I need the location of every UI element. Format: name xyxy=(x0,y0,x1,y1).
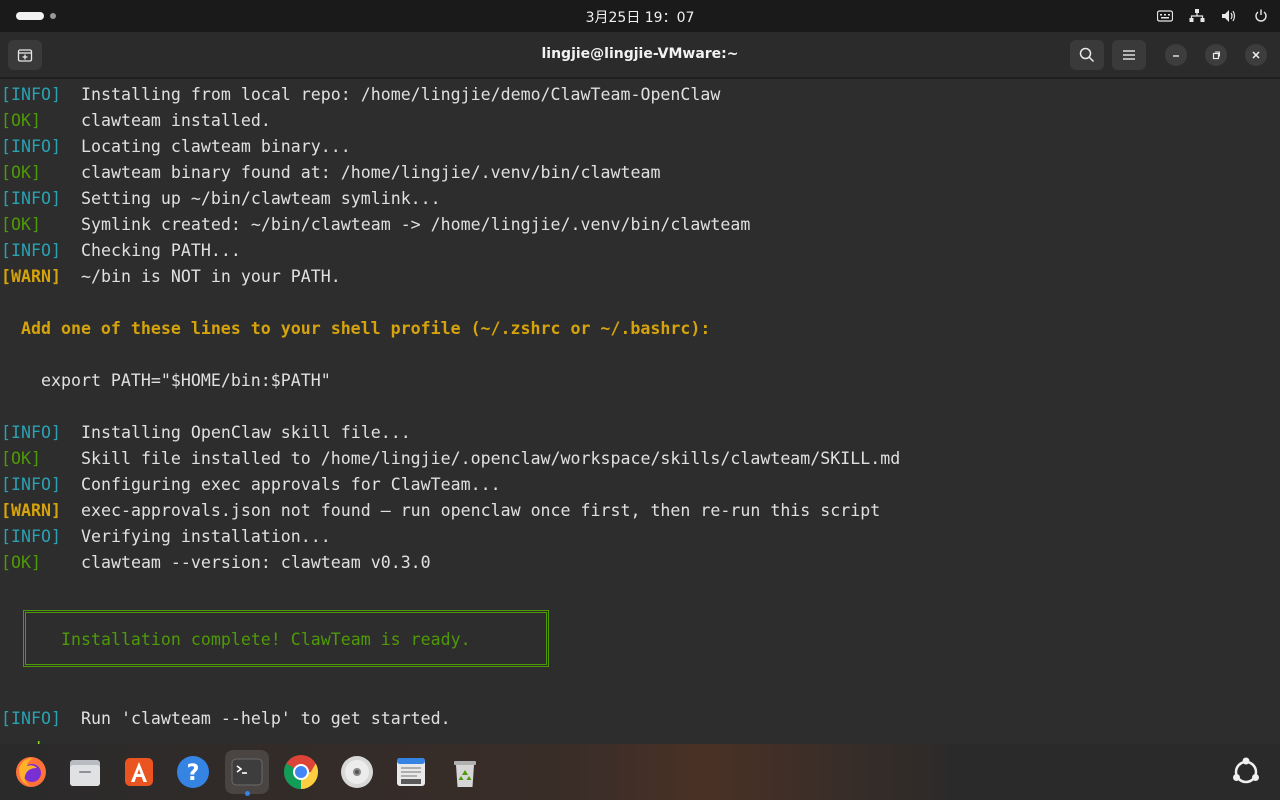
terminal-line: [INFO] Installing OpenClaw skill file... xyxy=(1,420,411,446)
search-icon xyxy=(1079,47,1095,63)
clock: 3月25日 19：07 xyxy=(0,7,1280,27)
close-icon xyxy=(1252,51,1260,59)
log-text: Installing OpenClaw skill file... xyxy=(81,423,411,442)
firefox-launcher[interactable] xyxy=(9,750,53,794)
trash-launcher[interactable] xyxy=(443,750,487,794)
log-tag-info: [INFO] xyxy=(1,241,61,260)
log-text: clawteam binary found at: /home/lingjie/… xyxy=(81,163,661,182)
help-icon: ? xyxy=(177,756,209,788)
log-tag-ok: [OK] xyxy=(1,163,41,182)
log-tag-info: [INFO] xyxy=(1,475,61,494)
clock-label[interactable]: 3月25日 19：07 xyxy=(586,10,695,26)
terminal-launcher[interactable] xyxy=(225,750,269,796)
log-tag-ok: [OK] xyxy=(1,215,41,234)
log-text: Configuring exec approvals for ClawTeam.… xyxy=(81,475,501,494)
close-button[interactable] xyxy=(1245,44,1267,66)
log-tag-warn: [WARN] xyxy=(1,501,61,520)
log-text: Checking PATH... xyxy=(81,241,241,260)
log-text: clawteam installed. xyxy=(81,111,271,130)
search-button[interactable] xyxy=(1070,40,1104,70)
terminal-line: [WARN] ~/bin is NOT in your PATH. xyxy=(1,264,341,290)
trash-icon xyxy=(454,761,476,787)
files-icon xyxy=(70,760,100,786)
log-text: Setting up ~/bin/clawteam symlink... xyxy=(81,189,441,208)
log-text: Locating clawteam binary... xyxy=(81,137,351,156)
running-indicator xyxy=(245,791,250,796)
minimize-icon xyxy=(1173,55,1179,57)
terminal-line: [INFO] Locating clawteam binary... xyxy=(1,134,351,160)
help-launcher[interactable]: ? xyxy=(171,750,215,794)
menu-button[interactable] xyxy=(1112,40,1146,70)
log-tag-ok: [OK] xyxy=(1,553,41,572)
log-tag-warn: [WARN] xyxy=(1,267,61,286)
log-tag-info: [INFO] xyxy=(1,527,61,546)
log-text: Installing from local repo: /home/lingji… xyxy=(81,85,721,104)
network-icon[interactable] xyxy=(1188,6,1206,26)
app-center-launcher[interactable] xyxy=(117,750,161,794)
log-tag-ok: [OK] xyxy=(1,111,41,130)
keyboard-icon[interactable] xyxy=(1156,6,1174,26)
chrome-icon xyxy=(284,755,318,789)
disc-launcher[interactable] xyxy=(335,750,379,794)
dock: ? xyxy=(0,744,1280,800)
terminal-line: [INFO] Checking PATH... xyxy=(1,238,241,264)
minimize-button[interactable] xyxy=(1165,44,1187,66)
terminal-line: [OK] clawteam --version: clawteam v0.3.0 xyxy=(1,550,431,576)
system-tray[interactable] xyxy=(1156,6,1270,26)
shell-prompt[interactable]: > cd xyxy=(1,736,41,744)
profile-hint: Add one of these lines to your shell pro… xyxy=(21,319,711,338)
terminal-line: [INFO] Verifying installation... xyxy=(1,524,331,550)
terminal-line: [OK] clawteam binary found at: /home/ling… xyxy=(1,160,660,186)
chrome-launcher[interactable] xyxy=(279,750,323,794)
log-tag-ok: [OK] xyxy=(1,449,41,468)
log-text: clawteam --version: clawteam v0.3.0 xyxy=(81,553,431,572)
system-top-bar: 3月25日 19：07 xyxy=(0,0,1280,32)
terminal-line: [INFO] Installing from local repo: /home/… xyxy=(1,82,720,108)
text-editor-launcher[interactable] xyxy=(389,750,433,794)
app-center-icon xyxy=(125,758,153,786)
log-text: exec-approvals.json not found — run open… xyxy=(81,501,881,520)
terminal-header-bar: lingjie@lingjie-VMware:~ xyxy=(0,32,1280,78)
log-text: Symlink created: ~/bin/clawteam -> /home… xyxy=(81,215,751,234)
terminal-line: [OK] Symlink created: ~/bin/clawteam -> /… xyxy=(1,212,750,238)
terminal-line: [INFO] Setting up ~/bin/clawteam symlink.… xyxy=(1,186,441,212)
log-tag-info: [INFO] xyxy=(1,423,61,442)
terminal-line: [INFO] Configuring exec approvals for Cla… xyxy=(1,472,501,498)
log-text: ~/bin is NOT in your PATH. xyxy=(81,267,341,286)
log-text: Run 'clawteam --help' to get started. xyxy=(81,709,451,728)
firefox-icon xyxy=(16,757,46,787)
log-text: Verifying installation... xyxy=(81,527,331,546)
export-command: export PATH="$HOME/bin:$PATH" xyxy=(41,371,331,390)
log-tag-info: [INFO] xyxy=(1,709,61,728)
disc-icon xyxy=(341,756,373,788)
log-text: Skill file installed to /home/lingjie/.o… xyxy=(81,449,901,468)
files-launcher[interactable] xyxy=(63,750,107,794)
power-icon[interactable] xyxy=(1252,6,1270,26)
show-apps-button[interactable] xyxy=(1230,756,1262,788)
terminal-line: [WARN] exec-approvals.json not found — ru… xyxy=(1,498,880,524)
terminal-icon xyxy=(231,758,263,786)
completion-message: Installation complete! ClawTeam is ready… xyxy=(61,630,471,649)
menu-icon xyxy=(1123,50,1135,60)
log-tag-info: [INFO] xyxy=(1,85,61,104)
svg-text:?: ? xyxy=(187,761,200,786)
maximize-button[interactable] xyxy=(1205,44,1227,66)
terminal-output[interactable]: [INFO] Installing from local repo: /home/… xyxy=(0,79,1280,744)
show-apps-icon xyxy=(1233,757,1259,784)
terminal-line: [INFO] Run 'clawteam --help' to get start… xyxy=(1,706,451,732)
volume-icon[interactable] xyxy=(1220,6,1238,26)
log-tag-info: [INFO] xyxy=(1,189,61,208)
terminal-line: [OK] Skill file installed to /home/lingji… xyxy=(1,446,900,472)
text-editor-icon xyxy=(397,758,425,786)
terminal-line: [OK] clawteam installed. xyxy=(1,108,271,134)
log-tag-info: [INFO] xyxy=(1,137,61,156)
maximize-icon xyxy=(1212,51,1220,60)
